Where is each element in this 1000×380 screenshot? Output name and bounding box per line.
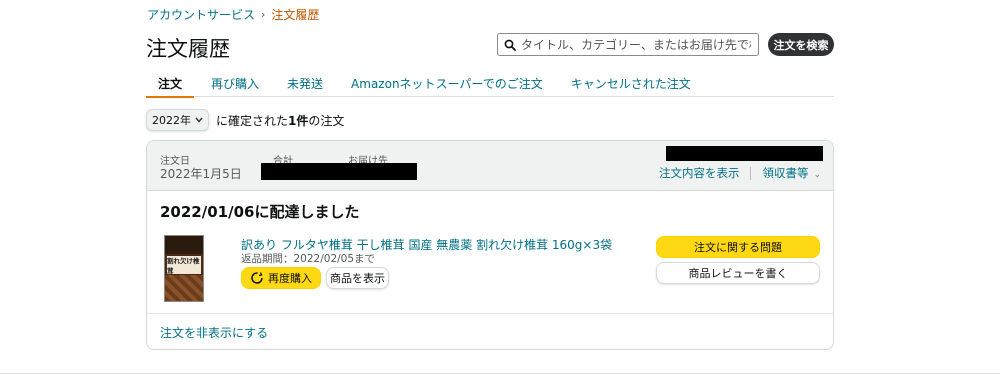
write-review-button[interactable]: 商品レビューを書く <box>656 262 820 284</box>
page-title: 注文履歴 <box>146 37 230 61</box>
product-image-mushrooms <box>165 275 203 301</box>
tab-not-shipped[interactable]: 未発送 <box>287 69 323 97</box>
tab-buy-again[interactable]: 再び購入 <box>211 69 259 97</box>
year-select-value: 2022年 <box>152 114 191 127</box>
breadcrumb-current: 注文履歴 <box>271 8 320 22</box>
order-count-text: に確定された1件の注文 <box>216 112 344 129</box>
receipt-link-label: 領収書等 <box>762 166 809 180</box>
order-filter: 2022年 に確定された1件の注文 <box>146 109 344 131</box>
search-orders-button[interactable]: 注文を検索 <box>768 33 834 56</box>
order-count-suffix: の注文 <box>308 113 345 128</box>
breadcrumb-account-services[interactable]: アカウントサービス <box>147 6 255 23</box>
product-image-top <box>165 236 203 254</box>
product-image-text: 割れ欠け椎茸 <box>167 257 200 275</box>
chevron-down-icon: ⌄ <box>813 170 821 180</box>
buy-again-button[interactable]: 再度購入 <box>241 267 321 289</box>
buy-again-label: 再度購入 <box>268 272 312 285</box>
order-header: 注文日 2022年1月5日 合計 お届け先 注文内容を表示 領収書等 ⌄ <box>147 141 833 191</box>
view-order-details-link[interactable]: 注文内容を表示 <box>659 165 740 181</box>
order-date-value: 2022年1月5日 <box>160 167 242 181</box>
redacted-total-and-address <box>261 163 417 180</box>
order-count: 1件 <box>288 113 309 128</box>
tab-cancelled[interactable]: キャンセルされた注文 <box>571 69 691 97</box>
order-search-input[interactable] <box>521 37 751 52</box>
order-card: 注文日 2022年1月5日 合計 お届け先 注文内容を表示 領収書等 ⌄ 2022… <box>146 140 834 350</box>
hide-order-link[interactable]: 注文を非表示にする <box>160 324 268 341</box>
order-header-links: 注文内容を表示 領収書等 ⌄ <box>659 165 821 181</box>
product-image-label: 割れ欠け椎茸 <box>167 256 201 275</box>
breadcrumb-separator: › <box>261 8 266 21</box>
page-footer-divider <box>0 373 1000 374</box>
order-problem-button[interactable]: 注文に関する問題 <box>656 236 820 258</box>
year-select[interactable]: 2022年 <box>146 109 209 131</box>
tab-orders[interactable]: 注文 <box>146 69 195 98</box>
rebuy-icon <box>251 272 263 284</box>
order-tabs: 注文 再び購入 未発送 Amazonネットスーパーでのご注文 キャンセルされた注… <box>146 69 834 98</box>
chevron-down-icon <box>195 117 203 123</box>
breadcrumb: アカウントサービス › 注文履歴 <box>147 6 319 23</box>
return-period: 返品期間：2022/02/05まで <box>241 253 376 265</box>
order-count-prefix: に確定された <box>216 113 289 128</box>
delivery-status: 2022/01/06に配達しました <box>160 203 360 221</box>
receipt-link[interactable]: 領収書等 ⌄ <box>762 165 821 181</box>
tab-net-super[interactable]: Amazonネットスーパーでのご注文 <box>351 69 543 97</box>
card-divider <box>147 313 833 314</box>
redacted-order-number <box>666 146 823 161</box>
link-divider <box>750 166 752 180</box>
view-product-button[interactable]: 商品を表示 <box>326 267 389 289</box>
search-icon <box>504 39 516 51</box>
product-image[interactable]: 割れ欠け椎茸 <box>164 235 204 302</box>
order-search-box <box>497 33 759 56</box>
